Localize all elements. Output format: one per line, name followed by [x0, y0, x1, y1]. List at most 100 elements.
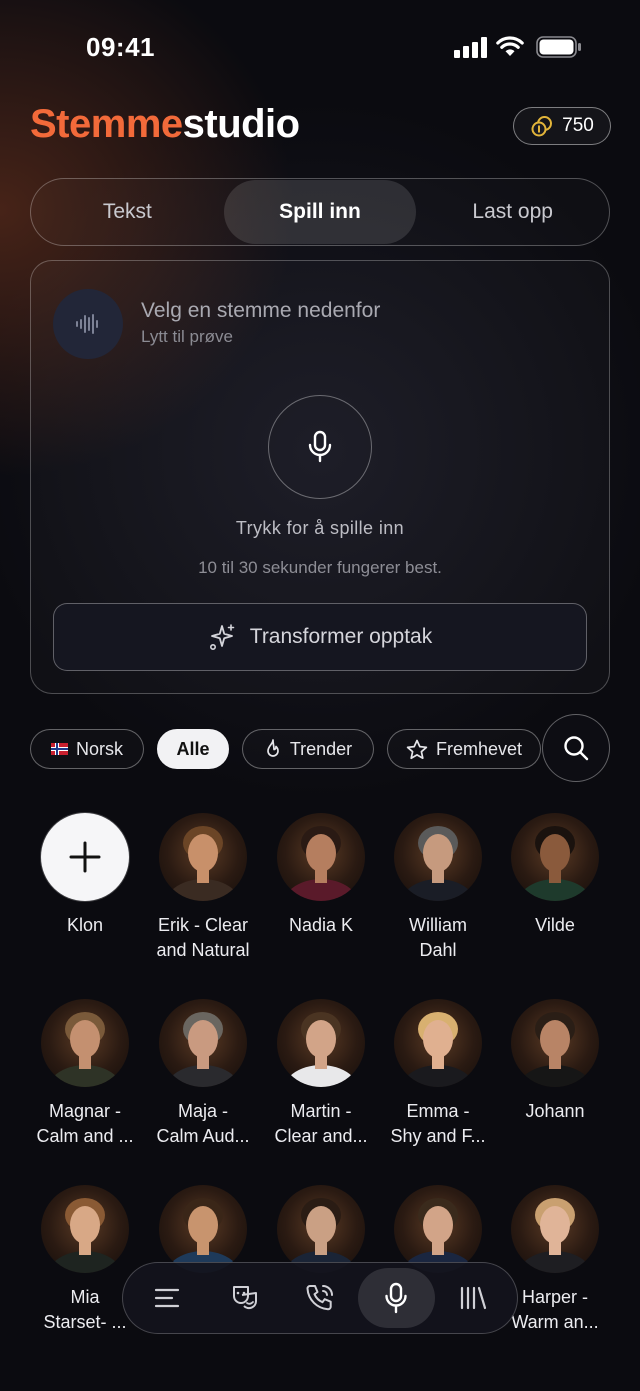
trending-label: Trender [289, 738, 353, 759]
voice-avatar [511, 999, 599, 1087]
voice-name-line2: Clear and... [274, 1126, 368, 1146]
voice-name-line1: William [409, 915, 467, 935]
voice-item[interactable]: Emma - Shy and F... [379, 999, 497, 1149]
credits-badge[interactable]: 750 [513, 107, 611, 145]
microphone-icon [308, 430, 332, 463]
app-title: Stemmestudio [30, 102, 300, 147]
selected-voice-avatar[interactable] [53, 289, 123, 359]
portrait-image [399, 1012, 477, 1087]
clone-voice-item[interactable]: Klon [26, 813, 144, 938]
voice-item[interactable]: Nadia K [262, 813, 380, 938]
cellular-signal-icon [454, 36, 488, 58]
nav-calls[interactable] [282, 1268, 358, 1328]
portrait-image [516, 1012, 594, 1087]
waveform-icon [76, 314, 98, 334]
voice-name-line1: Magnar - [48, 1101, 122, 1121]
voice-name-line1: Erik - Clear [157, 915, 248, 935]
voice-name: Martin - Clear and... [262, 1099, 380, 1149]
voice-name-line1: Emma - [406, 1101, 470, 1121]
record-tip: 10 til 30 sekunder fungerer best. [198, 558, 442, 577]
portrait-image [399, 826, 477, 901]
status-time: 09:41 [86, 32, 155, 62]
voice-name-line1: Klon [66, 915, 104, 935]
language-label: Norsk [75, 738, 123, 759]
portrait-image [516, 826, 594, 901]
voice-avatar [277, 813, 365, 901]
voice-name-line2: and Natural [156, 940, 250, 960]
portrait-image [516, 1198, 594, 1273]
voice-name: Klon [26, 913, 144, 938]
library-icon [460, 1286, 486, 1310]
nav-menu[interactable] [129, 1268, 205, 1328]
filter-chip-featured[interactable]: Fremhevet [387, 729, 541, 769]
portrait-image [282, 826, 360, 901]
nav-record[interactable] [358, 1268, 435, 1328]
recorder-card: Velg en stemme nedenfor Lytt til prøve T… [30, 260, 610, 694]
voice-avatar [159, 813, 247, 901]
tab-tekst[interactable]: Tekst [31, 179, 224, 245]
flame-icon [266, 739, 279, 757]
voice-avatar [159, 1185, 247, 1273]
app-title-rest: studio [182, 102, 300, 146]
voice-avatar [511, 1185, 599, 1273]
voice-item[interactable]: Erik - Clear and Natural [144, 813, 262, 963]
portrait-image [282, 1012, 360, 1087]
selected-voice-title: Velg en stemme nedenfor [141, 299, 381, 322]
voice-avatar [394, 999, 482, 1087]
menu-icon [155, 1288, 180, 1308]
clone-add-button [41, 813, 129, 901]
voice-item[interactable]: Maja - Calm Aud... [144, 999, 262, 1149]
voice-item[interactable]: Martin - Clear and... [262, 999, 380, 1149]
status-bar: 09:41 [0, 0, 640, 96]
voice-name-line2: Dahl [419, 940, 457, 960]
selected-voice-subtitle: Lytt til prøve [141, 327, 233, 346]
voice-name-line1: Johann [525, 1101, 585, 1121]
search-icon [564, 736, 589, 761]
transform-recording-button[interactable]: Transformer opptak [53, 603, 587, 671]
tab-last-opp[interactable]: Last opp [416, 179, 609, 245]
microphone-icon [385, 1282, 408, 1314]
voice-item[interactable]: William Dahl [379, 813, 497, 963]
transform-label: Transformer opptak [249, 625, 433, 648]
voice-avatar [394, 1185, 482, 1273]
credits-count: 750 [562, 115, 594, 136]
voice-name-line1: Vilde [535, 915, 575, 935]
wifi-icon [496, 36, 524, 56]
tab-spill-inn[interactable]: Spill inn [223, 180, 417, 244]
search-button[interactable] [542, 714, 610, 782]
voice-item[interactable]: Johann [496, 999, 614, 1124]
voice-name: Emma - Shy and F... [379, 1099, 497, 1149]
nav-library[interactable] [435, 1268, 511, 1328]
nav-characters[interactable] [205, 1268, 281, 1328]
voice-name-line1: Martin - [290, 1101, 352, 1121]
voice-name: Nadia K [262, 913, 380, 938]
voice-avatar [394, 813, 482, 901]
voice-avatar [41, 1185, 129, 1273]
voice-name-line2: Shy and F... [390, 1126, 486, 1146]
language-filter-chip[interactable]: Norsk [30, 729, 144, 769]
voice-item[interactable]: Vilde [496, 813, 614, 938]
portrait-image [399, 1198, 477, 1273]
filter-chip-trending[interactable]: Trender [242, 729, 374, 769]
voice-name: Johann [496, 1099, 614, 1124]
voice-item[interactable]: Magnar - Calm and ... [26, 999, 144, 1149]
norway-flag-icon [50, 743, 68, 755]
portrait-image [164, 826, 242, 901]
voice-name-line2: Calm Aud... [156, 1126, 250, 1146]
coins-icon [531, 116, 553, 137]
filter-chip-all[interactable]: Alle [157, 729, 229, 769]
record-button[interactable] [268, 395, 372, 499]
sparkles-icon [209, 624, 235, 650]
voice-name: Vilde [496, 913, 614, 938]
battery-icon [536, 36, 581, 58]
portrait-image [164, 1198, 242, 1273]
bottom-navigation [122, 1262, 518, 1334]
app-title-accent: Stemme [30, 102, 183, 146]
voice-name: Erik - Clear and Natural [144, 913, 262, 963]
portrait-image [164, 1012, 242, 1087]
voice-name-line1: Nadia K [288, 915, 354, 935]
voice-avatar [511, 813, 599, 901]
voice-name: William Dahl [379, 913, 497, 963]
featured-label: Fremhevet [435, 738, 523, 759]
portrait-image [282, 1198, 360, 1273]
